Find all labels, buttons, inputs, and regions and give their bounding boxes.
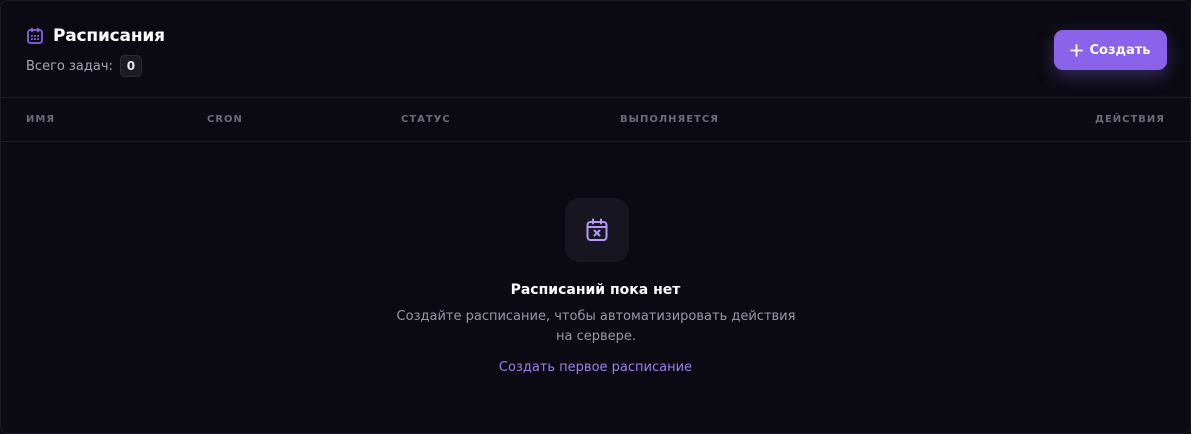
task-count-badge: 0 bbox=[119, 55, 142, 77]
plus-icon bbox=[1070, 43, 1084, 57]
create-button-label: Создать bbox=[1089, 42, 1151, 58]
schedules-panel: Расписания Всего задач: 0 Создать ИМЯ CR… bbox=[0, 0, 1191, 434]
empty-state-description: Создайте расписание, чтобы автоматизиров… bbox=[396, 307, 796, 347]
column-header-name[interactable]: ИМЯ bbox=[26, 114, 55, 125]
create-button[interactable]: Создать bbox=[1054, 30, 1167, 70]
column-header-running[interactable]: ВЫПОЛНЯЕТСЯ bbox=[620, 114, 719, 125]
panel-header: Расписания Всего задач: 0 Создать bbox=[1, 1, 1190, 98]
title-row: Расписания bbox=[26, 26, 165, 46]
task-count-row: Всего задач: 0 bbox=[26, 55, 142, 77]
calendar-x-icon bbox=[584, 217, 610, 243]
create-first-schedule-link[interactable]: Создать первое расписание bbox=[1, 360, 1190, 375]
column-header-actions: ДЕЙСТВИЯ bbox=[1095, 114, 1165, 125]
task-count-label: Всего задач: bbox=[26, 58, 113, 74]
empty-state-title: Расписаний пока нет bbox=[510, 282, 681, 298]
calendar-icon bbox=[26, 27, 44, 45]
empty-state-icon-box bbox=[565, 198, 629, 262]
page-title: Расписания bbox=[53, 26, 165, 46]
empty-state-description-line1: Создайте расписание, чтобы автоматизиров… bbox=[396, 309, 796, 324]
column-header-cron[interactable]: CRON bbox=[207, 114, 243, 125]
column-header-status[interactable]: СТАТУС bbox=[401, 114, 451, 125]
table-header: ИМЯ CRON СТАТУС ВЫПОЛНЯЕТСЯ ДЕЙСТВИЯ bbox=[1, 98, 1190, 142]
empty-state-description-line2: на сервере. bbox=[555, 329, 637, 344]
